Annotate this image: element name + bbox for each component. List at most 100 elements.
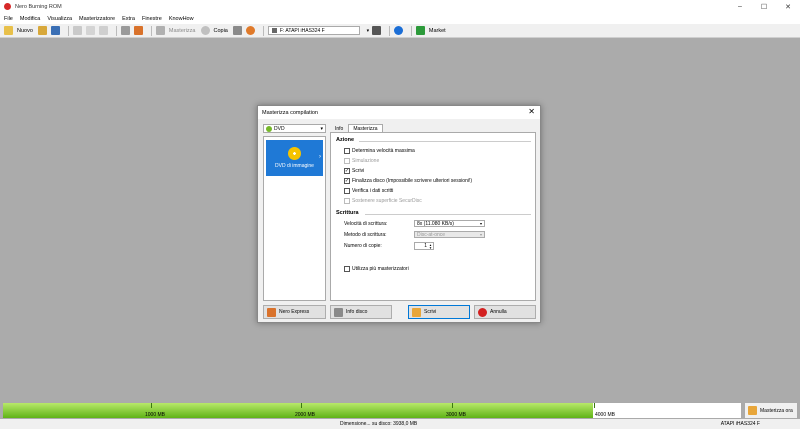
burn-now-icon bbox=[748, 406, 757, 415]
option-max-speed-checkbox[interactable] bbox=[344, 148, 350, 154]
new-compilation-icon[interactable] bbox=[4, 26, 13, 35]
capacity-label-1000: 1000 MB bbox=[145, 412, 166, 418]
option-securdisc[interactable]: Sostenere superficie SecurDisc bbox=[344, 198, 422, 204]
toolbar-separator bbox=[67, 25, 69, 36]
market-button[interactable]: Market bbox=[429, 28, 446, 34]
burn-button[interactable]: Scrivi bbox=[408, 305, 470, 319]
option-max-speed-label: Determina velocità massima bbox=[352, 148, 415, 154]
section-divider bbox=[359, 141, 531, 142]
market-icon[interactable] bbox=[415, 26, 425, 35]
properties-icon[interactable] bbox=[120, 26, 130, 35]
dialog-title-bar: Masterizza compilation ✕ bbox=[258, 106, 540, 119]
wizard-icon[interactable] bbox=[133, 26, 143, 35]
media-icon[interactable] bbox=[245, 26, 255, 35]
menu-extra[interactable]: Extra bbox=[122, 16, 135, 22]
burn-icon bbox=[412, 307, 421, 317]
dvd-disc-icon bbox=[266, 125, 272, 132]
dialog-close-button[interactable]: ✕ bbox=[528, 107, 535, 116]
copies-stepper[interactable]: 1 ▲ ▼ bbox=[414, 242, 434, 250]
new-button[interactable]: Nuovo bbox=[17, 28, 33, 34]
option-multi-burner-checkbox[interactable] bbox=[344, 266, 350, 272]
option-verify[interactable]: Verifica i dati scritti bbox=[344, 188, 393, 194]
toolbar-separator bbox=[115, 25, 117, 36]
menu-knowhow[interactable]: KnowHow bbox=[169, 16, 194, 22]
capacity-tick bbox=[301, 403, 302, 408]
maximize-button[interactable]: ☐ bbox=[752, 0, 776, 13]
option-verify-label: Verifica i dati scritti bbox=[352, 188, 394, 194]
action-section-title: Azione bbox=[336, 137, 355, 143]
compilation-list: DVD di immagine › bbox=[263, 136, 326, 301]
compilation-item-label: DVD di immagine bbox=[275, 163, 314, 169]
option-securdisc-checkbox[interactable] bbox=[344, 198, 350, 204]
compilation-type-value: DVD bbox=[274, 125, 285, 132]
toolbar-separator bbox=[388, 25, 390, 36]
save-icon[interactable] bbox=[50, 26, 60, 35]
burn-icon[interactable] bbox=[155, 26, 165, 35]
drive-status: ATAPI iHAS324 F bbox=[720, 421, 760, 427]
menu-masterizzatore[interactable]: Masterizzatore bbox=[79, 16, 115, 22]
cancel-icon bbox=[478, 307, 487, 317]
option-finalize[interactable]: ✓ Finalizza disco (Impossibile scrivere … bbox=[344, 178, 472, 184]
open-folder-icon[interactable] bbox=[37, 26, 47, 35]
chevron-down-icon: ▾ bbox=[479, 221, 482, 226]
cancel-label: Annulla bbox=[490, 309, 507, 315]
chevron-down-icon: ▾ bbox=[479, 232, 482, 237]
chevron-right-icon: › bbox=[319, 154, 321, 160]
nero-express-button[interactable]: Nero Express bbox=[263, 305, 326, 319]
burn-now-button[interactable]: Masterizza ora bbox=[744, 402, 798, 419]
drive-icon bbox=[271, 28, 277, 33]
copy-button[interactable]: Copia bbox=[214, 28, 228, 34]
option-multi-burner[interactable]: Utilizza più masterizzatori bbox=[344, 266, 409, 272]
menu-modifica[interactable]: Modifica bbox=[20, 16, 40, 22]
compilation-item-dvd-image[interactable]: DVD di immagine › bbox=[266, 140, 323, 176]
nero-express-icon bbox=[267, 307, 276, 317]
disc-info-button[interactable]: Info disco bbox=[330, 305, 392, 319]
title-bar: Nero Burning ROM – ☐ ✕ bbox=[0, 0, 800, 13]
spin-down-icon[interactable]: ▼ bbox=[429, 246, 432, 250]
disc-info-icon[interactable] bbox=[232, 26, 242, 35]
write-speed-select[interactable]: 8x (11.080 KB/s) ▾ bbox=[414, 220, 485, 227]
minimize-button[interactable]: – bbox=[728, 0, 752, 13]
status-bar: Dimensione... su disco: 3938,0 MB ATAPI … bbox=[0, 419, 800, 429]
drive-dropdown-arrow-icon[interactable]: ▾ bbox=[364, 26, 372, 35]
copies-value: 1 bbox=[424, 243, 427, 249]
option-max-speed[interactable]: Determina velocità massima bbox=[344, 148, 415, 154]
option-simulation-checkbox[interactable] bbox=[344, 158, 350, 164]
chevron-down-icon: ▾ bbox=[320, 125, 323, 132]
option-verify-checkbox[interactable] bbox=[344, 188, 350, 194]
cancel-button[interactable]: Annulla bbox=[474, 305, 536, 319]
dialog-title: Masterizza compilation bbox=[262, 109, 318, 116]
toolbar-separator bbox=[150, 25, 152, 36]
eject-icon[interactable] bbox=[371, 26, 381, 35]
compilation-type-select[interactable]: DVD ▾ bbox=[263, 124, 326, 133]
disc-size-status: Dimensione... su disco: 3938,0 MB bbox=[340, 421, 418, 427]
capacity-label-3000: 3000 MB bbox=[446, 412, 467, 418]
menu-visualizza[interactable]: Visualizza bbox=[47, 16, 72, 22]
cut-icon[interactable] bbox=[72, 26, 82, 35]
capacity-tick bbox=[452, 403, 453, 408]
burn-button[interactable]: Masterizza bbox=[169, 28, 196, 34]
copy-icon[interactable] bbox=[85, 26, 95, 35]
write-method-value: Disc-at-once bbox=[417, 231, 446, 238]
copy-disc-icon[interactable] bbox=[200, 26, 210, 35]
option-finalize-checkbox[interactable]: ✓ bbox=[344, 178, 350, 184]
write-method-select[interactable]: Disc-at-once ▾ bbox=[414, 231, 485, 238]
toolbar-separator bbox=[410, 25, 412, 36]
option-simulation[interactable]: Simulazione bbox=[344, 158, 379, 164]
info-icon[interactable] bbox=[393, 26, 403, 35]
paste-icon[interactable] bbox=[98, 26, 108, 35]
toolbar: Nuovo Masterizza Copia F: ATAPI iHAS324 … bbox=[0, 24, 800, 38]
section-divider bbox=[365, 214, 531, 215]
burn-label: Scrivi bbox=[424, 309, 437, 315]
option-write[interactable]: ✓ Scrivi bbox=[344, 168, 364, 174]
option-write-label: Scrivi bbox=[352, 168, 365, 174]
drive-select[interactable]: F: ATAPI iHAS324 F bbox=[267, 26, 360, 35]
burn-compilation-dialog: Masterizza compilation ✕ DVD ▾ DVD di im… bbox=[257, 105, 541, 323]
menu-bar: File Modifica Visualizza Masterizzatore … bbox=[0, 13, 800, 24]
option-write-checkbox[interactable]: ✓ bbox=[344, 168, 350, 174]
menu-finestre[interactable]: Finestre bbox=[142, 16, 162, 22]
menu-file[interactable]: File bbox=[4, 16, 13, 22]
disc-info-icon bbox=[334, 307, 343, 317]
copies-label: Numero di copie: bbox=[344, 243, 382, 249]
close-button[interactable]: ✕ bbox=[776, 0, 800, 13]
